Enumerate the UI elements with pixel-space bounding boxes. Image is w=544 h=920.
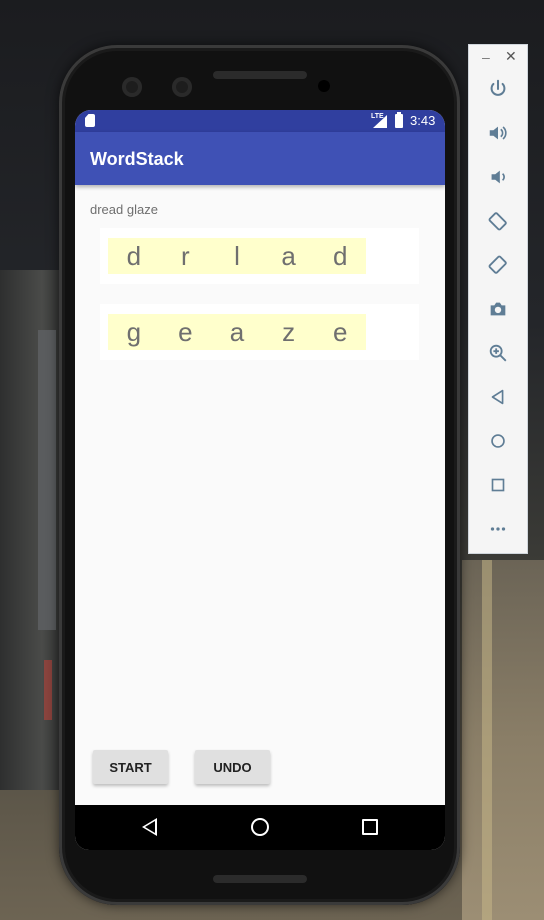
close-button[interactable]: ✕ — [505, 48, 517, 65]
battery-icon — [395, 112, 403, 128]
word-stack-2[interactable]: g e a z e — [100, 304, 419, 360]
zoom-icon[interactable] — [484, 339, 512, 367]
front-camera — [122, 77, 142, 97]
letter-tile[interactable]: e — [160, 314, 212, 350]
nav-back-icon[interactable] — [142, 818, 157, 836]
proximity-sensor — [318, 80, 330, 92]
target-words-label: dread glaze — [90, 202, 158, 217]
nav-home-icon[interactable] — [251, 818, 269, 836]
front-camera-secondary — [172, 77, 192, 97]
power-icon[interactable] — [484, 75, 512, 103]
app-bar: WordStack — [75, 132, 445, 185]
letter-tile[interactable]: e — [314, 314, 366, 350]
overview-icon[interactable] — [484, 471, 512, 499]
back-icon[interactable] — [484, 383, 512, 411]
home-icon[interactable] — [484, 427, 512, 455]
nav-overview-icon[interactable] — [362, 819, 378, 835]
letter-tile[interactable]: a — [263, 238, 315, 274]
device-screen: LTE 3:43 WordStack dread glaze d r l a d… — [75, 110, 445, 850]
minimize-button[interactable]: – — [482, 49, 490, 65]
rotate-right-icon[interactable] — [484, 251, 512, 279]
more-icon[interactable] — [484, 515, 512, 543]
word-stack-1[interactable]: d r l a d — [100, 228, 419, 284]
app-title: WordStack — [90, 149, 184, 169]
undo-button[interactable]: UNDO — [195, 750, 270, 784]
emulator-control-panel: – ✕ — [469, 45, 527, 553]
camera-icon[interactable] — [484, 295, 512, 323]
earpiece-speaker — [213, 71, 307, 79]
letter-tile[interactable]: z — [263, 314, 315, 350]
status-bar: LTE 3:43 — [75, 110, 445, 132]
bottom-speaker — [213, 875, 307, 883]
platform-stripe — [482, 560, 492, 920]
letter-tile[interactable]: r — [160, 238, 212, 274]
signal-icon — [373, 115, 387, 128]
letter-tile[interactable]: l — [211, 238, 263, 274]
rotate-left-icon[interactable] — [484, 207, 512, 235]
letter-tile[interactable]: d — [108, 238, 160, 274]
letter-tiles: d r l a d — [108, 238, 366, 274]
letter-tiles: g e a z e — [108, 314, 366, 350]
volume-up-icon[interactable] — [484, 119, 512, 147]
volume-down-icon[interactable] — [484, 163, 512, 191]
status-time: 3:43 — [410, 113, 436, 128]
letter-tile[interactable]: d — [314, 238, 366, 274]
navigation-bar — [75, 805, 445, 850]
letter-tile[interactable]: g — [108, 314, 160, 350]
letter-tile[interactable]: a — [211, 314, 263, 350]
background-light — [44, 660, 52, 720]
background-platform — [462, 560, 544, 920]
start-button[interactable]: START — [93, 750, 168, 784]
sd-card-icon — [85, 114, 95, 127]
background-pillar — [38, 330, 56, 630]
